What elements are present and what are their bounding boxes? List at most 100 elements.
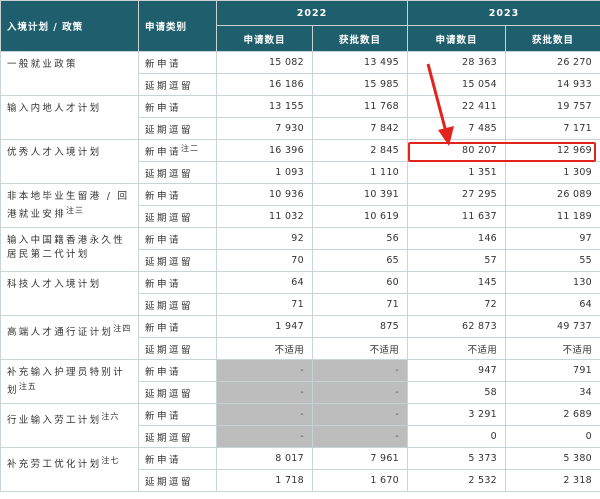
value-cell: 1 670 xyxy=(311,469,409,492)
header-program: 入境计划 / 政策 xyxy=(0,0,139,52)
value-cell: 34 xyxy=(505,381,600,404)
program-name: 优秀人才入境计划 xyxy=(7,147,102,158)
program-name: 科技人才入境计划 xyxy=(7,279,102,290)
value-cell: 80 207 xyxy=(407,139,507,162)
program-name: 行业输入劳工计划 xyxy=(7,415,102,426)
table-row: 补充劳工优化计划注七 新申请 8 017 7 961 5 373 5 380 xyxy=(0,447,600,492)
value-cell: - xyxy=(216,381,313,404)
value-cell: 3 291 xyxy=(407,403,507,426)
value-cell: 16 396 xyxy=(216,139,313,162)
application-type: 延期逗留 xyxy=(145,80,194,92)
value-cell: 7 485 xyxy=(407,117,507,140)
application-type: 延期逗留 xyxy=(145,432,194,444)
application-type-cell: 新申请 xyxy=(138,315,217,338)
application-type-cell: 新申请 xyxy=(138,95,217,118)
value-cell: 不适用 xyxy=(505,337,600,360)
program-name-cell: 行业输入劳工计划注六 xyxy=(0,403,139,448)
value-cell: 13 495 xyxy=(311,51,409,74)
program-note: 注三 xyxy=(66,206,85,215)
value-cell: 5 380 xyxy=(505,447,600,470)
application-type-cell: 新申请 xyxy=(138,359,217,382)
value-cell: 145 xyxy=(407,271,507,294)
value-cell: 10 936 xyxy=(216,183,313,206)
value-cell: 26 089 xyxy=(505,183,600,206)
program-name-cell: 非本地毕业生留港 / 回港就业安排注三 xyxy=(0,183,139,228)
application-type: 新申请 xyxy=(145,102,182,114)
value-cell: 1 110 xyxy=(311,161,409,184)
value-cell: 5 373 xyxy=(407,447,507,470)
application-type: 延期逗留 xyxy=(145,300,194,312)
application-type: 新申请 xyxy=(145,190,182,202)
table-row: 高端人才通行证计划注四 新申请 1 947 875 62 873 49 737 xyxy=(0,315,600,360)
application-type-cell: 延期逗留 xyxy=(138,205,217,228)
program-name-cell: 高端人才通行证计划注四 xyxy=(0,315,139,360)
value-cell: 2 689 xyxy=(505,403,600,426)
value-cell: 146 xyxy=(407,227,507,250)
value-cell: 0 xyxy=(505,425,600,448)
application-type-cell: 新申请 xyxy=(138,183,217,206)
value-cell: 62 873 xyxy=(407,315,507,338)
table-body: 一般就业政策 新申请 15 082 13 495 28 363 26 270 延期逗留 16 … xyxy=(0,51,600,492)
application-type: 新申请 xyxy=(145,410,182,422)
value-cell: 65 xyxy=(311,249,409,272)
application-type-cell: 延期逗留 xyxy=(138,117,217,140)
application-type-cell: 延期逗留 xyxy=(138,337,217,360)
application-type-cell: 延期逗留 xyxy=(138,161,217,184)
value-cell: 55 xyxy=(505,249,600,272)
application-type-cell: 延期逗留 xyxy=(138,293,217,316)
value-cell: 12 969 xyxy=(505,139,600,162)
immigration-statistics-table: 入境计划 / 政策 申请类别 2022 2023 申请数目 获批数目 申请数目 … xyxy=(0,0,600,492)
value-cell: 16 186 xyxy=(216,73,313,96)
table-row: 输入内地人才计划 新申请 13 155 11 768 22 411 19 757 xyxy=(0,95,600,140)
value-cell: 11 189 xyxy=(505,205,600,228)
value-cell: - xyxy=(311,425,409,448)
application-type: 新申请 xyxy=(145,234,182,246)
value-cell: 1 947 xyxy=(216,315,313,338)
table-row: 非本地毕业生留港 / 回港就业安排注三 新申请 10 936 10 391 27 295… xyxy=(0,183,600,228)
program-name-cell: 一般就业政策 xyxy=(0,51,139,96)
value-cell: 11 637 xyxy=(407,205,507,228)
value-cell: 14 933 xyxy=(505,73,600,96)
value-cell: 28 363 xyxy=(407,51,507,74)
application-type-cell: 延期逗留 xyxy=(138,469,217,492)
type-note: 注二 xyxy=(181,144,200,153)
program-note: 注七 xyxy=(101,456,120,465)
value-cell: 71 xyxy=(216,293,313,316)
immigration-table-screen: 入境计划 / 政策 申请类别 2022 2023 申请数目 获批数目 申请数目 … xyxy=(0,0,600,499)
value-cell: 57 xyxy=(407,249,507,272)
value-cell: 130 xyxy=(505,271,600,294)
program-note: 注五 xyxy=(18,382,37,391)
value-cell: 72 xyxy=(407,293,507,316)
value-cell: 70 xyxy=(216,249,313,272)
value-cell: 不适用 xyxy=(311,337,409,360)
table-row: 科技人才入境计划 新申请 64 60 145 130 xyxy=(0,271,600,316)
value-cell: 不适用 xyxy=(216,337,313,360)
program-name: 高端人才通行证计划 xyxy=(7,327,114,338)
value-cell: 875 xyxy=(311,315,409,338)
program-name-cell: 科技人才入境计划 xyxy=(0,271,139,316)
application-type-cell: 新申请 xyxy=(138,51,217,74)
header-applications-2022: 申请数目 xyxy=(216,25,313,52)
value-cell: 10 391 xyxy=(311,183,409,206)
value-cell: 947 xyxy=(407,359,507,382)
program-note: 注六 xyxy=(101,412,120,421)
application-type: 新申请 xyxy=(145,366,182,378)
value-cell: 1 093 xyxy=(216,161,313,184)
value-cell: 1 309 xyxy=(505,161,600,184)
value-cell: 56 xyxy=(311,227,409,250)
value-cell: 7 930 xyxy=(216,117,313,140)
application-type: 延期逗留 xyxy=(145,124,194,136)
header-approvals-2023: 获批数目 xyxy=(505,25,600,52)
value-cell: 2 532 xyxy=(407,469,507,492)
value-cell: 7 961 xyxy=(311,447,409,470)
value-cell: 26 270 xyxy=(505,51,600,74)
value-cell: 2 318 xyxy=(505,469,600,492)
value-cell: 15 054 xyxy=(407,73,507,96)
table-row: 补充输入护理员特别计划注五 新申请 - -947 791 xyxy=(0,359,600,404)
application-type: 新申请 xyxy=(145,454,182,466)
program-name-cell: 补充劳工优化计划注七 xyxy=(0,447,139,492)
value-cell: 2 845 xyxy=(311,139,409,162)
value-cell: 0 xyxy=(407,425,507,448)
application-type: 延期逗留 xyxy=(145,344,194,356)
application-type: 延期逗留 xyxy=(145,476,194,488)
